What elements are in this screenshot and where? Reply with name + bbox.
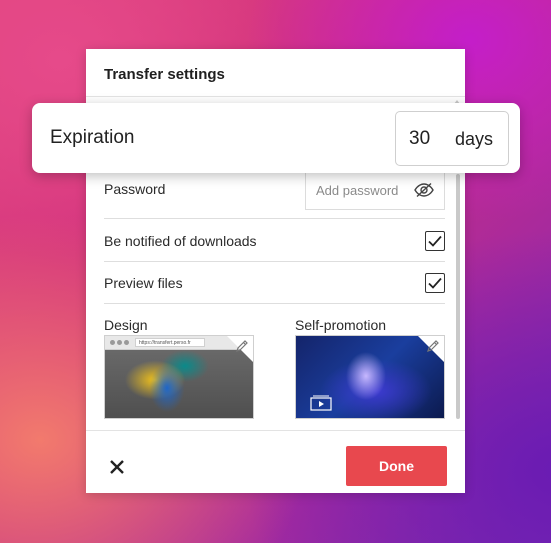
browser-dot: [110, 340, 115, 345]
expiration-days-input[interactable]: 30 days: [395, 111, 509, 166]
design-label: Design: [104, 317, 148, 333]
password-placeholder: Add password: [316, 183, 399, 198]
divider: [104, 261, 445, 262]
preview-files-checkbox[interactable]: [425, 273, 445, 293]
close-icon[interactable]: [108, 458, 126, 476]
browser-dot: [124, 340, 129, 345]
divider: [104, 303, 445, 304]
scrollbar-thumb[interactable]: [456, 174, 460, 419]
notify-downloads-checkbox[interactable]: [425, 231, 445, 251]
checkmark-icon: [428, 277, 442, 289]
done-button[interactable]: Done: [346, 446, 447, 486]
footer-divider: [86, 430, 465, 431]
self-promotion-thumbnail[interactable]: [295, 335, 445, 419]
checkmark-icon: [428, 235, 442, 247]
browser-dot: [117, 340, 122, 345]
notify-downloads-label: Be notified of downloads: [104, 233, 257, 249]
expiration-days-value: 30: [409, 128, 431, 149]
pencil-icon[interactable]: [234, 338, 250, 354]
design-thumbnail[interactable]: https://transfert.perso.fr: [104, 335, 254, 419]
preview-files-label: Preview files: [104, 275, 183, 291]
divider: [104, 218, 445, 219]
browser-url: https://transfert.perso.fr: [135, 338, 205, 347]
pencil-icon[interactable]: [425, 338, 441, 354]
self-promotion-label: Self-promotion: [295, 317, 387, 333]
panel-title: Transfer settings: [104, 66, 225, 83]
title-divider: [86, 96, 465, 97]
play-icon: [310, 395, 332, 411]
expiration-days-unit: days: [455, 129, 494, 149]
password-label: Password: [104, 181, 166, 197]
expiration-card: Expiration 30 days: [32, 103, 520, 173]
expiration-label: Expiration: [50, 127, 135, 148]
eye-icon[interactable]: [414, 182, 434, 198]
password-field[interactable]: Add password: [305, 170, 445, 210]
